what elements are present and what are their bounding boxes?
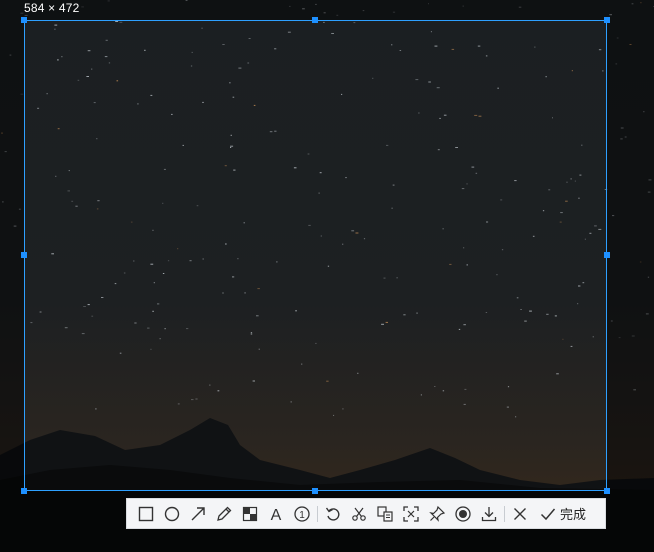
pin-button[interactable] <box>424 501 450 527</box>
pencil-icon <box>217 506 232 521</box>
star <box>639 261 642 263</box>
mosaic-icon <box>242 506 258 521</box>
star <box>616 37 619 39</box>
star <box>302 8 305 10</box>
star <box>615 63 618 65</box>
scissors-button[interactable] <box>346 501 372 527</box>
star <box>645 313 649 315</box>
selection-region[interactable] <box>24 20 607 491</box>
star <box>612 215 615 217</box>
save-button[interactable] <box>476 501 502 527</box>
resize-handle-bottom[interactable] <box>312 488 318 494</box>
cancel-button[interactable] <box>507 501 533 527</box>
star <box>4 151 7 153</box>
resize-handle-right[interactable] <box>604 252 610 258</box>
resize-handle-bottom-left[interactable] <box>21 488 27 494</box>
star <box>392 11 396 13</box>
star <box>643 111 645 113</box>
star <box>185 0 188 1</box>
pin-icon <box>429 505 446 522</box>
done-label: 完成 <box>560 507 587 522</box>
number-marker-tool[interactable]: 1 <box>289 501 315 527</box>
star <box>610 320 613 322</box>
star <box>620 138 623 140</box>
arrow-icon <box>191 506 205 520</box>
screenshot-expand-button[interactable] <box>398 501 424 527</box>
star <box>13 225 17 227</box>
star <box>81 6 84 8</box>
ocr-button[interactable] <box>372 501 398 527</box>
svg-text:1: 1 <box>299 510 305 521</box>
star <box>620 127 624 129</box>
star <box>633 389 636 391</box>
star <box>648 179 652 181</box>
undo-icon <box>325 507 340 521</box>
star <box>428 3 429 5</box>
undo-button[interactable] <box>320 501 346 527</box>
text-tool[interactable]: A <box>263 501 289 527</box>
star <box>2 201 4 203</box>
star <box>323 12 326 14</box>
star <box>647 276 650 278</box>
close-icon <box>514 507 526 520</box>
expand-icon <box>403 505 419 522</box>
resize-handle-bottom-right[interactable] <box>604 488 610 494</box>
star <box>624 136 627 138</box>
download-icon <box>481 506 497 521</box>
mosaic-tool[interactable] <box>237 501 263 527</box>
star <box>20 12 24 14</box>
star <box>647 191 651 193</box>
done-button[interactable]: 完成 <box>535 501 590 527</box>
record-icon <box>455 505 471 522</box>
ocr-icon <box>377 505 393 522</box>
rectangle-tool[interactable] <box>133 501 159 527</box>
text-icon: A <box>271 507 282 523</box>
star <box>629 44 632 45</box>
resize-handle-top-right[interactable] <box>604 17 610 23</box>
resize-handle-left[interactable] <box>21 252 27 258</box>
ellipse-tool[interactable] <box>159 501 185 527</box>
pencil-tool[interactable] <box>211 501 237 527</box>
star <box>618 337 621 339</box>
resize-handle-top-left[interactable] <box>21 17 27 23</box>
star <box>336 14 339 16</box>
checkmark-icon <box>540 508 556 520</box>
scissors-icon <box>352 507 366 521</box>
star <box>640 2 642 4</box>
star <box>462 5 464 7</box>
star <box>362 10 365 12</box>
resize-handle-top[interactable] <box>312 17 318 23</box>
annotation-toolbar: A 1 完成 <box>126 498 606 529</box>
star <box>315 3 317 5</box>
rectangle-icon <box>138 506 154 521</box>
star <box>609 14 612 16</box>
star <box>289 5 291 7</box>
arrow-tool[interactable] <box>185 501 211 527</box>
ellipse-icon <box>164 506 180 521</box>
record-button[interactable] <box>450 501 476 527</box>
selection-size-label: 584 × 472 <box>24 1 80 15</box>
toolbar-divider <box>504 505 505 522</box>
number-marker-icon: 1 <box>294 505 310 522</box>
star <box>518 6 522 8</box>
star <box>107 0 110 2</box>
star <box>1 132 3 134</box>
star <box>18 208 21 210</box>
star <box>9 54 12 56</box>
star <box>20 93 24 95</box>
star <box>631 335 635 337</box>
svg-text:A: A <box>271 507 282 523</box>
toolbar-divider <box>317 505 318 522</box>
star <box>631 3 634 5</box>
